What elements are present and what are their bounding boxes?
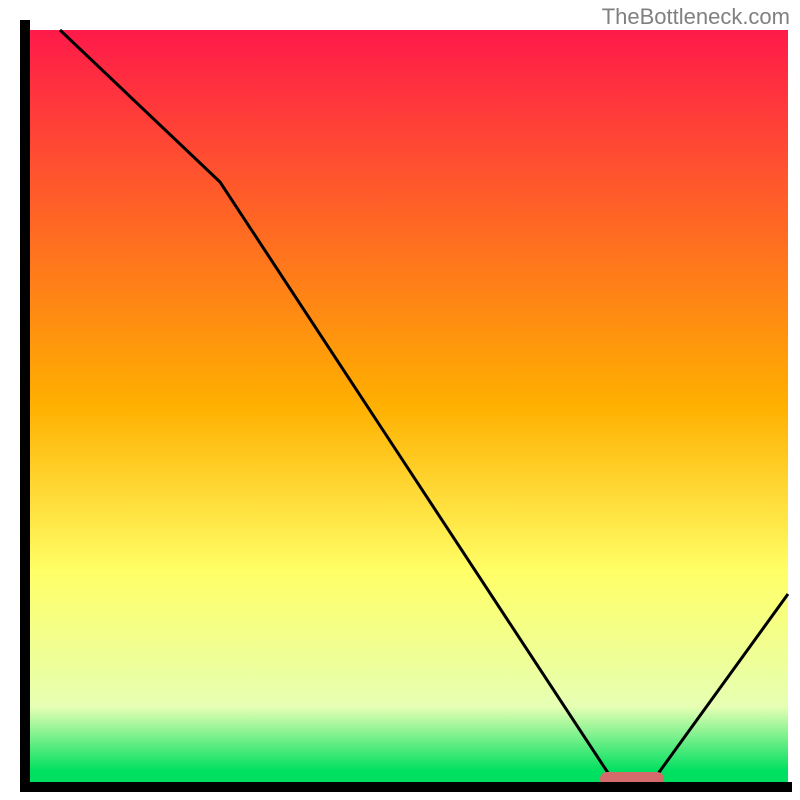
axis-left bbox=[20, 20, 30, 792]
axis-bottom bbox=[20, 782, 792, 792]
watermark-label: TheBottleneck.com bbox=[602, 4, 790, 30]
plot-background bbox=[30, 30, 788, 782]
chart-svg bbox=[0, 0, 800, 800]
bottleneck-chart: TheBottleneck.com bbox=[0, 0, 800, 800]
